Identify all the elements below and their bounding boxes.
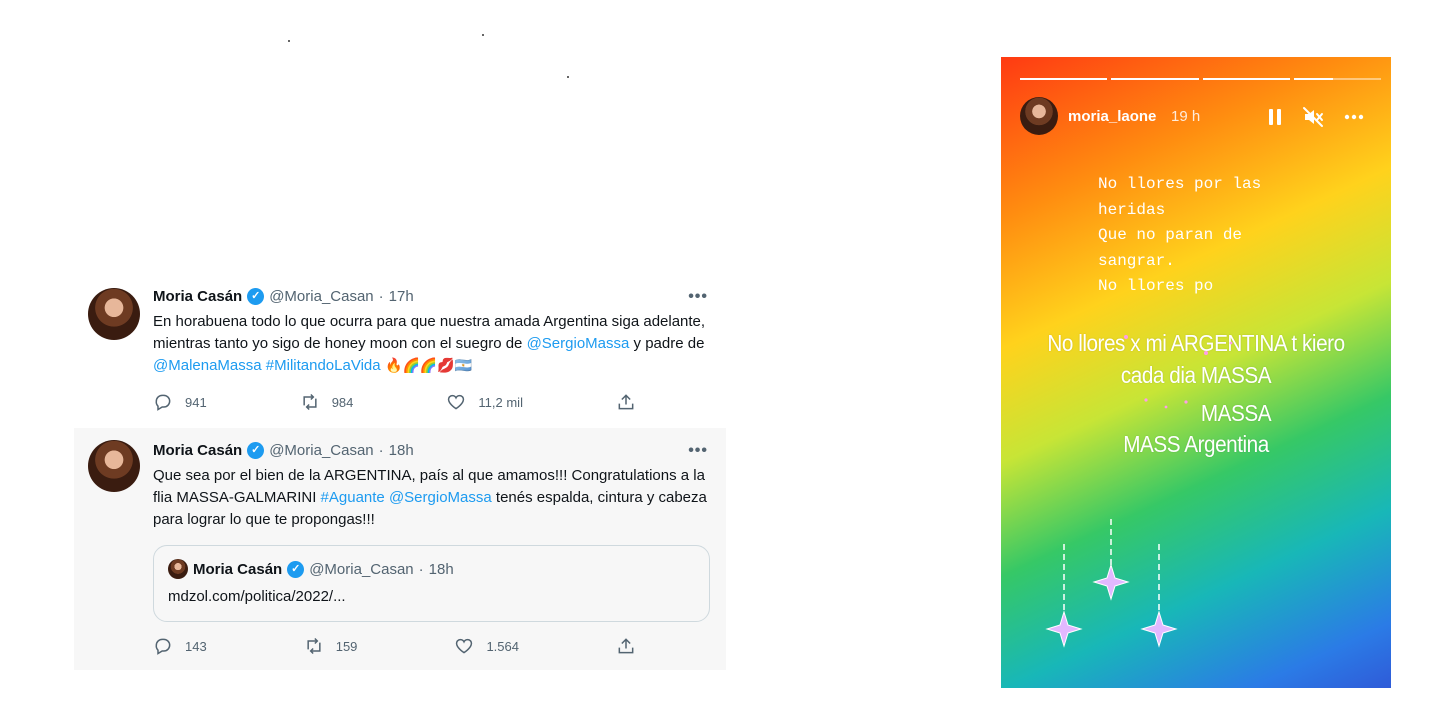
- avatar[interactable]: [88, 288, 140, 340]
- retweet-count: 159: [335, 638, 358, 654]
- tweet-header: Moria Casán ✓ @Moria_Casan · 18h: [153, 442, 414, 459]
- more-options-icon[interactable]: •••: [688, 288, 708, 306]
- quoted-tweet-time: 18h: [428, 560, 454, 578]
- more-options-icon[interactable]: •••: [688, 442, 708, 460]
- like-count: 11,2 mil: [478, 394, 523, 410]
- quoted-tweet-header: Moria Casán ✓ @Moria_Casan · 18h: [168, 559, 454, 579]
- hashtag-link[interactable]: #MilitandoLaVida: [266, 357, 381, 374]
- verified-badge-icon: ✓: [287, 560, 305, 578]
- reply-icon: [155, 394, 171, 411]
- speck: [567, 76, 569, 78]
- tweet-time[interactable]: 18h: [389, 442, 414, 459]
- reply-count: 941: [185, 394, 207, 410]
- heart-icon: [456, 638, 473, 654]
- sparkle-stickers: [1045, 335, 1233, 648]
- author-name[interactable]: Moria Casán: [153, 288, 242, 305]
- tweet-actions: 941 984 11,2 mil: [153, 392, 636, 412]
- speck: [288, 40, 290, 42]
- share-icon: [618, 394, 634, 410]
- separator-dot: ·: [418, 560, 424, 578]
- author-name[interactable]: Moria Casán: [153, 442, 242, 459]
- quoted-tweet-url[interactable]: mdzol.com/politica/2022/...: [168, 588, 346, 605]
- quoted-author-handle: @Moria_Casan: [309, 560, 414, 578]
- tweet-time[interactable]: 17h: [389, 288, 414, 305]
- tweet-actions: 143 159 1.564: [153, 636, 636, 656]
- separator-dot: ·: [378, 442, 384, 459]
- retweet-count: 984: [331, 394, 354, 410]
- hashtag-link[interactable]: #Aguante: [321, 489, 385, 506]
- like-button[interactable]: 11,2 mil: [446, 392, 523, 412]
- speck: [482, 34, 484, 36]
- reply-button[interactable]: 143: [153, 636, 207, 656]
- tweet-header: Moria Casán ✓ @Moria_Casan · 17h: [153, 288, 414, 305]
- quoted-author-name: Moria Casán: [193, 560, 283, 578]
- share-button[interactable]: [616, 636, 636, 656]
- verified-badge-icon: ✓: [247, 288, 265, 305]
- tweet-card[interactable]: Moria Casán ✓ @Moria_Casan · 17h ••• En …: [74, 278, 726, 424]
- tweet-card[interactable]: Moria Casán ✓ @Moria_Casan · 18h ••• Que…: [74, 428, 726, 670]
- retweet-icon: [303, 393, 317, 411]
- verified-badge-icon: ✓: [247, 442, 265, 459]
- tweet-text: Que sea por el bien de la ARGENTINA, paí…: [153, 465, 713, 531]
- like-count: 1.564: [486, 638, 519, 654]
- retweet-button[interactable]: 984: [300, 392, 354, 412]
- reply-count: 143: [185, 638, 207, 654]
- quoted-tweet[interactable]: Moria Casán ✓ @Moria_Casan · 18h mdzol.c…: [153, 545, 710, 622]
- tweet-text: En horabuena todo lo que ocurra para que…: [153, 311, 713, 377]
- instagram-story[interactable]: moria_laone 19 h No llores por las herid…: [1001, 57, 1391, 688]
- avatar[interactable]: [88, 440, 140, 492]
- separator-dot: ·: [378, 288, 384, 305]
- retweet-icon: [307, 637, 321, 655]
- author-handle[interactable]: @Moria_Casan: [269, 442, 373, 459]
- emoji-group: 🔥🌈🌈💋🇦🇷: [380, 358, 473, 374]
- reply-button[interactable]: 941: [153, 392, 207, 412]
- avatar: [168, 559, 188, 579]
- mention-link[interactable]: @MalenaMassa: [153, 357, 262, 374]
- author-handle[interactable]: @Moria_Casan: [269, 288, 373, 305]
- like-button[interactable]: 1.564: [454, 636, 519, 656]
- mention-link[interactable]: @SergioMassa: [527, 335, 630, 352]
- mention-link[interactable]: @SergioMassa: [389, 489, 492, 506]
- reply-icon: [155, 638, 171, 655]
- tweet-text-part: y padre de: [629, 335, 705, 352]
- retweet-button[interactable]: 159: [304, 636, 358, 656]
- share-button[interactable]: [616, 392, 636, 412]
- share-icon: [618, 638, 634, 654]
- heart-icon: [448, 394, 465, 410]
